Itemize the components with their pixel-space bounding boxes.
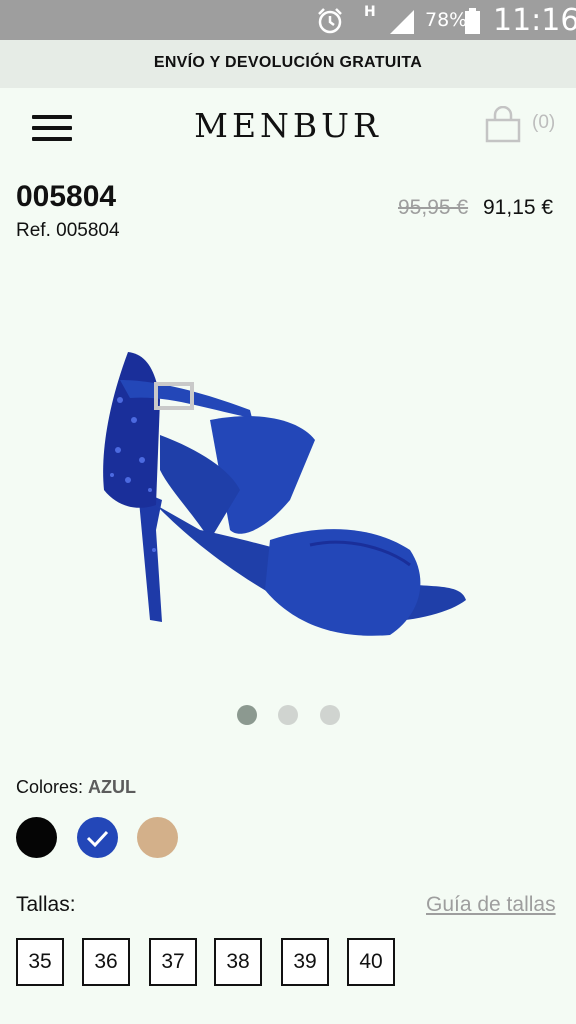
product-image[interactable]: [90, 340, 480, 640]
size-option-37[interactable]: 37: [149, 938, 197, 986]
promo-banner: ENVÍO Y DEVOLUCIÓN GRATUITA: [0, 40, 576, 88]
size-option-38[interactable]: 38: [214, 938, 262, 986]
old-price: 95,95 €: [398, 196, 469, 219]
size-option-40[interactable]: 40: [347, 938, 395, 986]
product-ref: Ref. 005804: [16, 220, 120, 241]
cart-count: (0): [532, 112, 556, 133]
header: MENBUR (0): [0, 88, 576, 168]
colors-label: Colores: AZUL: [16, 777, 136, 798]
clock: 11:16: [493, 3, 576, 38]
status-bar: H 78% 11:16: [0, 0, 576, 40]
gallery-dot-1[interactable]: [237, 705, 257, 725]
size-option-35[interactable]: 35: [16, 938, 64, 986]
network-type: H: [364, 4, 376, 20]
signal-icon: [390, 10, 414, 34]
color-swatch-blue[interactable]: [77, 817, 118, 858]
colors-label-text: Colores:: [16, 777, 84, 797]
battery-icon: [465, 8, 480, 34]
gallery-dot-2[interactable]: [278, 705, 298, 725]
promo-text: ENVÍO Y DEVOLUCIÓN GRATUITA: [153, 54, 423, 71]
size-guide-link[interactable]: Guía de tallas: [426, 893, 556, 917]
shopping-bag-icon[interactable]: [484, 106, 522, 144]
selected-color: AZUL: [88, 777, 137, 797]
color-swatch-beige[interactable]: [137, 817, 178, 858]
battery-percent: 78%: [425, 9, 468, 31]
check-icon: [86, 830, 109, 848]
size-option-39[interactable]: 39: [281, 938, 329, 986]
current-price: 91,15 €: [483, 196, 554, 219]
gallery-pagination: [0, 705, 576, 725]
color-swatch-black[interactable]: [16, 817, 57, 858]
size-option-36[interactable]: 36: [82, 938, 130, 986]
sizes-label: Tallas:: [16, 893, 76, 916]
product-title: 005804: [16, 180, 117, 213]
gallery-dot-3[interactable]: [320, 705, 340, 725]
alarm-icon: [318, 8, 342, 34]
